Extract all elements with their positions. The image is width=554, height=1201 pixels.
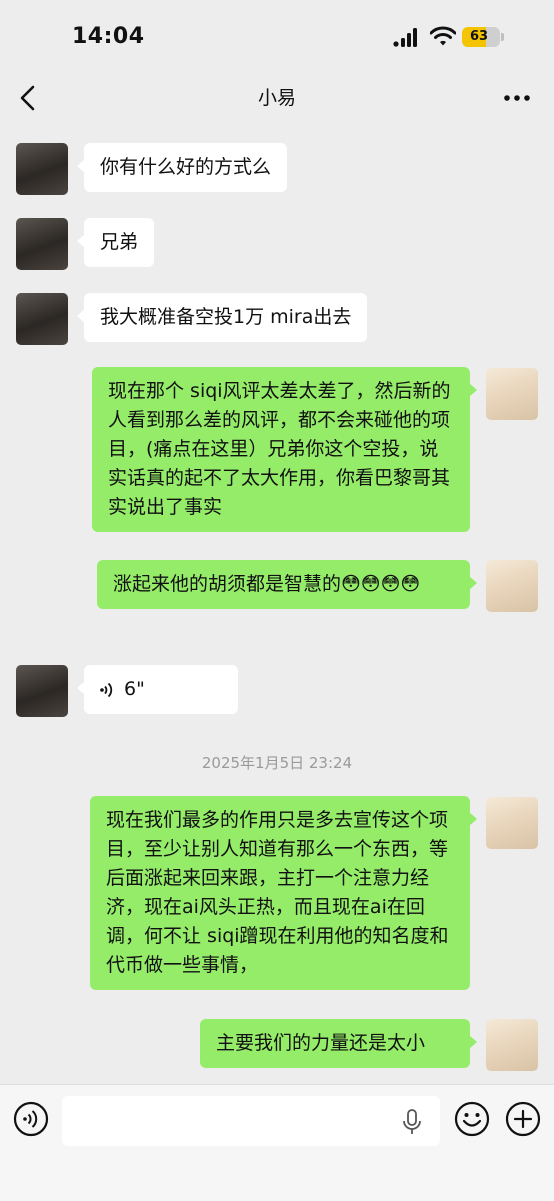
incoming-message[interactable]: 我大概准备空投1万 mira出去 <box>76 293 368 342</box>
incoming-message[interactable]: 兄弟 <box>76 218 155 267</box>
outgoing-message[interactable]: 主要我们的力量还是太小 <box>200 1019 477 1068</box>
outgoing-message[interactable]: 涨起来他的胡须都是智慧的😳😳😳😳 <box>97 560 477 609</box>
contact-avatar[interactable] <box>16 293 68 345</box>
more-dots-icon[interactable] <box>500 84 534 112</box>
input-bar <box>0 1084 554 1201</box>
contact-avatar[interactable] <box>16 143 68 195</box>
wifi-icon <box>430 26 456 46</box>
message-input[interactable] <box>62 1096 440 1146</box>
message-list[interactable]: 你有什么好的方式么 兄弟 我大概准备空投1万 mira出去 现在那个 siqi风… <box>0 126 554 1084</box>
battery-percent: 63 <box>469 29 489 44</box>
voice-duration: 6" <box>124 678 145 700</box>
message-timestamp: 2025年1月5日 23:24 <box>201 754 353 772</box>
contact-avatar[interactable] <box>16 665 68 717</box>
my-avatar[interactable] <box>486 368 538 420</box>
voice-message[interactable]: 6" <box>77 665 238 714</box>
microphone-icon[interactable] <box>402 1109 422 1135</box>
cellular-signal-icon <box>393 28 417 47</box>
my-avatar[interactable] <box>486 1019 538 1071</box>
my-avatar[interactable] <box>486 560 538 612</box>
voice-toggle-icon[interactable] <box>13 1101 49 1137</box>
outgoing-message[interactable]: 现在我们最多的作用只是多去宣传这个项目，至少让别人知道有那么一个东西，等后面涨起… <box>90 796 477 990</box>
chat-title: 小易 <box>257 87 296 109</box>
contact-avatar[interactable] <box>16 218 68 270</box>
status-bar: 14:04 63 <box>0 0 554 70</box>
voice-wave-icon <box>100 682 113 697</box>
battery-indicator: 63 <box>462 27 504 47</box>
incoming-message[interactable]: 你有什么好的方式么 <box>76 143 288 192</box>
chat-header: 小易 <box>0 70 554 126</box>
my-avatar[interactable] <box>486 797 538 849</box>
emoji-icon[interactable] <box>454 1101 490 1137</box>
plus-icon[interactable] <box>505 1101 541 1137</box>
outgoing-message[interactable]: 现在那个 siqi风评太差太差了，然后新的人看到那么差的风评，都不会来碰他的项目… <box>92 367 477 532</box>
status-time: 14:04 <box>72 24 145 49</box>
